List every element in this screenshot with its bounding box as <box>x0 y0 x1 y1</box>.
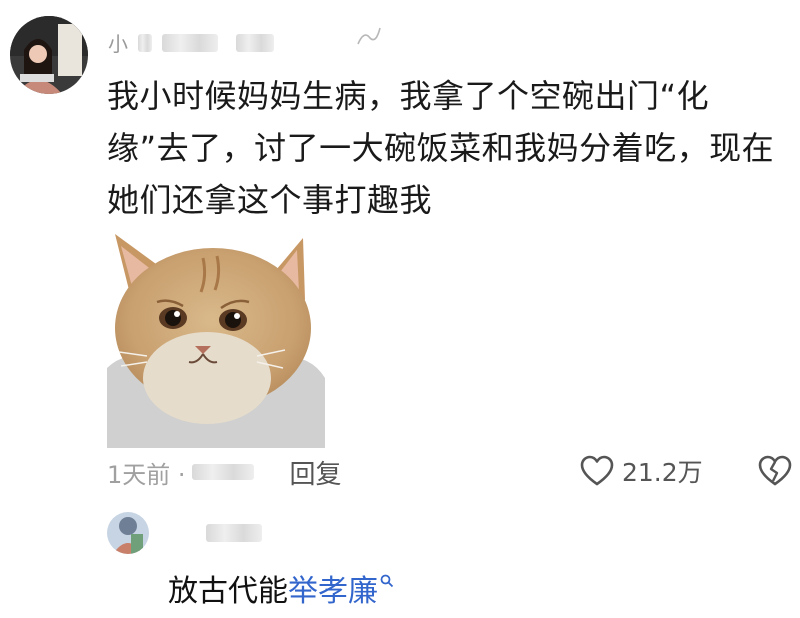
username-blur <box>162 33 218 52</box>
comment-text: 我小时候妈妈生病，我拿了个空碗出门“化缘”去了，讨了一大碗饭菜和我妈分着吃，现在… <box>107 77 775 219</box>
commenter-username[interactable]: 小 <box>108 28 274 57</box>
comment-meta-row: 1天前 · 回复 <box>107 454 342 491</box>
like-count: 21.2万 <box>622 458 703 487</box>
replier-avatar[interactable] <box>107 512 149 554</box>
heart-outline-icon <box>580 455 614 486</box>
like-button[interactable]: 21.2万 <box>580 453 703 489</box>
keyword-link[interactable]: 举孝廉 <box>288 566 378 610</box>
username-visible-char: 小 <box>108 32 128 56</box>
badge-icon <box>357 27 381 45</box>
search-icon[interactable] <box>380 574 394 588</box>
sad-cat-sticker[interactable] <box>107 228 325 448</box>
broken-heart-icon[interactable] <box>758 455 792 487</box>
username-blur <box>236 33 274 52</box>
location-blur <box>191 464 254 480</box>
replier-username-blur[interactable] <box>206 524 262 542</box>
comment-time: 1天前 · <box>107 460 186 489</box>
commenter-avatar[interactable] <box>10 16 88 94</box>
reply-text: 放古代能 举孝廉 <box>168 566 394 610</box>
reply-text-plain: 放古代能 <box>168 574 288 609</box>
reply-button[interactable]: 回复 <box>290 454 342 491</box>
username-blur <box>138 33 152 52</box>
